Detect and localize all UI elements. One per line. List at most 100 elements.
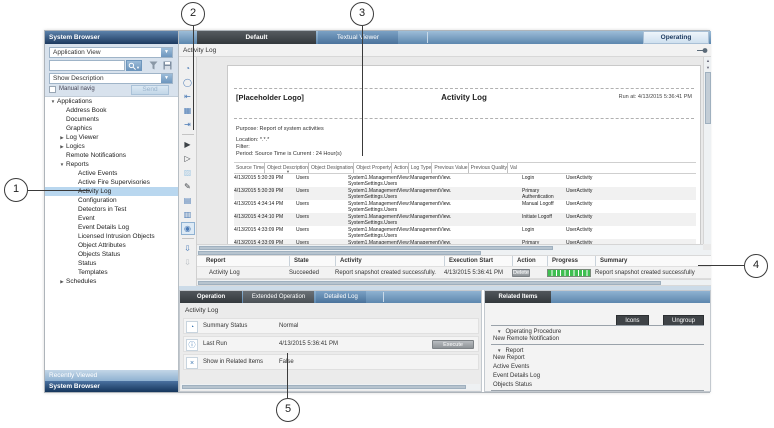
related-item[interactable]: New Remote Notification [491,335,704,344]
search-button[interactable]: ▼ [126,60,142,71]
vertical-scrollbar[interactable]: ▲ ▼ [703,57,711,244]
related-item[interactable]: ▼Report [491,344,704,354]
edit-icon[interactable]: ✎ [181,180,195,193]
pin-icon[interactable] [697,47,708,54]
view-selector-dropdown[interactable]: Application View ▼ [49,47,173,58]
tree-item[interactable]: Event Details Log [45,223,178,232]
expander-icon[interactable]: ▼ [58,160,66,169]
expander-icon[interactable]: ▼ [497,329,501,334]
cell-object-designation: System1.ManagementView:ManagementView. S… [348,228,466,239]
tree-item[interactable]: Status [45,259,178,268]
tree-item[interactable]: Templates [45,268,178,277]
tab-extended-operation[interactable]: Extended Operation [243,291,314,303]
status-strip-row[interactable]: Activity Log Succeeded Report snapshot c… [197,267,711,279]
tree-item[interactable]: Documents [45,115,178,124]
recently-viewed-bar[interactable]: Recently Viewed [45,370,178,381]
column-header[interactable]: Object Designation [308,163,353,173]
play-options-icon[interactable]: ▷ [181,152,195,165]
tree-item[interactable]: Objects Status [45,250,178,259]
save-icon[interactable] [163,61,172,70]
expander-icon[interactable]: ▶ [58,133,66,142]
play-icon[interactable]: ▶ [181,138,195,151]
column-header[interactable]: Object Property [353,163,391,173]
scrollbar-thumb[interactable] [198,281,661,285]
tree-item[interactable]: Event [45,214,178,223]
scroll-up-icon[interactable]: ▲ [704,57,711,64]
expander-icon[interactable]: ▼ [49,97,57,106]
export-pdf-icon[interactable]: ▤ [181,194,195,207]
tree-item[interactable]: ▶Log Viewer [45,133,178,142]
scroll-down-icon[interactable]: ▼ [704,64,711,71]
tree-item[interactable]: Detectors in Test [45,205,178,214]
tree-item[interactable]: Active Events [45,169,178,178]
cell-log-type: UserActivity [566,189,610,200]
column-report: Report [197,256,289,266]
column-header[interactable]: Previous Value [431,163,467,173]
tree-item[interactable]: ▼Applications [45,97,178,106]
table-row[interactable]: 4/13/2015 5:30:39 PM Users System1.Manag… [234,174,696,187]
tab-operating[interactable]: Operating [643,31,709,44]
scrollbar-thumb[interactable] [198,251,481,255]
column-header[interactable]: Source Time [234,163,264,173]
tab-textual-viewer[interactable]: Textual Viewer [318,31,398,44]
expander-icon[interactable]: ▶ [58,277,66,286]
tree-item-label: Applications [57,98,92,105]
related-item[interactable]: Objects Status [491,381,704,390]
related-item-label: Event Details Log [493,373,540,379]
tree-item[interactable]: ▼Reports [45,160,178,169]
column-header[interactable]: Action [391,163,408,173]
chevron-down-icon[interactable]: ▼ [161,48,172,57]
column-header[interactable]: Previous Quality [468,163,507,173]
expander-icon[interactable]: ▼ [497,348,501,353]
tab-detailed-log[interactable]: Detailed Log [316,291,366,303]
horizontal-scrollbar[interactable] [181,384,480,390]
selection-icon[interactable]: ▨ [181,166,195,179]
system-browser-footer-tab[interactable]: System Browser [45,381,178,392]
table-row[interactable]: 4/13/2015 4:34:10 PM Users System1.Manag… [234,213,696,226]
related-item[interactable]: Active Events [491,363,704,372]
export-icon[interactable]: ⇩ [181,242,195,255]
scrollbar-thumb[interactable] [705,72,711,124]
tree-item[interactable]: Graphics [45,124,178,133]
search-input[interactable] [49,60,125,71]
export-disabled-icon[interactable]: ⇩ [181,256,195,269]
related-item[interactable]: Event Details Log [491,372,704,381]
tab-related-items[interactable]: Related Items [485,291,551,303]
table-row[interactable]: 4/13/2015 5:30:39 PM Users System1.Manag… [234,187,696,200]
tree-item[interactable]: ▶Schedules [45,277,178,286]
tree-item-label: Active Fire Supervisories [78,179,150,186]
horizontal-scrollbar[interactable] [197,250,711,256]
column-header[interactable]: Val [507,163,517,173]
horizontal-scrollbar[interactable] [197,279,711,286]
snapshot-icon[interactable]: ◉ [181,222,195,235]
table-row[interactable]: 4/13/2015 4:34:14 PM Users System1.Manag… [234,200,696,213]
scrollbar-thumb[interactable] [182,385,466,389]
execute-button[interactable]: Execute [432,340,474,349]
column-header[interactable]: Log Type [408,163,431,173]
tree-item[interactable]: Licensed Intrusion Objects [45,232,178,241]
send-button[interactable]: Send [131,85,169,95]
column-execution-start: Execution Start [444,256,512,266]
tab-operation[interactable]: Operation [180,291,242,303]
delete-button[interactable]: Delete [512,269,530,277]
status-state: Succeeded [289,267,335,278]
tab-default[interactable]: Default [197,31,316,44]
chevron-down-icon[interactable]: ▼ [161,74,172,83]
tree-item[interactable]: Activity Log [45,187,178,196]
tree-item[interactable]: Remote Notifications [45,151,178,160]
tree-item[interactable]: Address Book [45,106,178,115]
export-excel-icon[interactable]: ▥ [181,208,195,221]
operation-tab-bar: Operation Extended Operation Detailed Lo… [180,291,481,303]
related-item[interactable]: New Report [491,354,704,363]
manual-nav-checkbox[interactable] [49,86,56,93]
expander-icon[interactable]: ▶ [58,142,66,151]
related-item[interactable]: ▼Operating Procedure [491,325,704,335]
tree-item[interactable]: Object Attributes [45,241,178,250]
description-dropdown[interactable]: Show Description ▼ [49,73,173,84]
tree-item[interactable]: Active Fire Supervisories [45,178,178,187]
filter-icon[interactable] [149,61,158,70]
table-row[interactable]: 4/13/2015 4:33:09 PM Users System1.Manag… [234,226,696,239]
tree-item[interactable]: ▶Logics [45,142,178,151]
tree-item[interactable]: Configuration [45,196,178,205]
operation-row-label: Summary Status [203,323,247,329]
